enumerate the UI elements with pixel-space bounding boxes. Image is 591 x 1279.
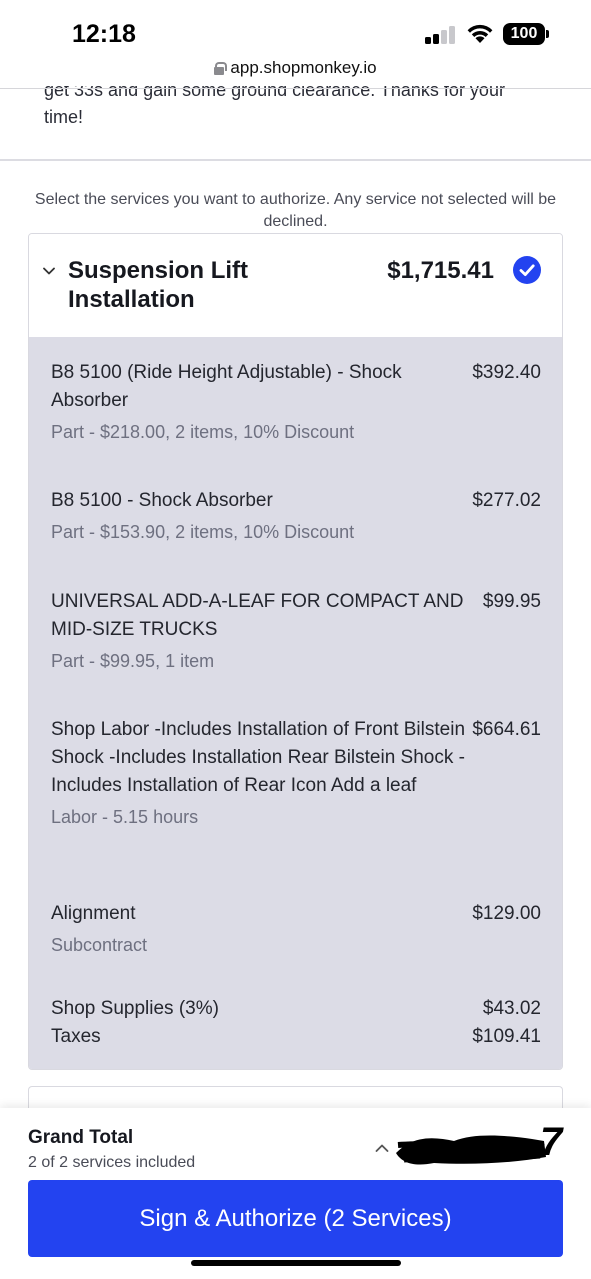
line-item: B8 5100 - Shock Absorber Part - $153.90,… [51, 487, 541, 544]
line-item-detail: Part - $218.00, 2 items, 10% Discount [51, 422, 355, 442]
checkmark-circle-icon[interactable] [513, 256, 541, 284]
message-end-line: time! [44, 107, 84, 127]
service-items: B8 5100 (Ride Height Adjustable) - Shock… [29, 337, 562, 1069]
chevron-up-icon[interactable] [375, 1143, 389, 1153]
shop-supplies-price: $43.02 [482, 998, 541, 1019]
footer-summary: Grand Total 2 of 2 services included 7 S… [0, 1108, 591, 1279]
line-item-price: $129.00 [472, 903, 541, 924]
line-item-description: Shop Labor -Includes Installation of Fro… [51, 719, 466, 796]
line-item: Shop Labor -Includes Installation of Fro… [51, 716, 541, 829]
line-item-description: Alignment [51, 903, 136, 924]
line-item-price: $277.02 [472, 490, 541, 511]
status-time: 12:18 [72, 20, 136, 48]
cellular-signal-icon [425, 26, 457, 44]
sign-authorize-button[interactable]: Sign & Authorize (2 Services) [28, 1180, 563, 1257]
section-divider [0, 159, 591, 161]
chevron-down-icon[interactable] [43, 265, 55, 277]
taxes-label: Taxes [51, 1026, 101, 1047]
line-item-price: $99.95 [482, 591, 541, 612]
service-header[interactable]: Suspension Lift Installation $1,715.41 [29, 234, 562, 337]
line-item: UNIVERSAL ADD-A-LEAF FOR COMPACT AND MID… [51, 588, 541, 673]
line-item: B8 5100 (Ride Height Adjustable) - Shock… [51, 359, 541, 444]
line-item: Alignment Subcontract $129.00 [51, 900, 541, 957]
line-item-description: UNIVERSAL ADD-A-LEAF FOR COMPACT AND MID… [51, 591, 464, 640]
browser-divider [0, 88, 591, 89]
lock-icon [214, 62, 228, 75]
line-item-description: B8 5100 (Ride Height Adjustable) - Shock… [51, 362, 402, 411]
line-item-detail: Subcontract [51, 935, 148, 955]
line-item-detail: Part - $153.90, 2 items, 10% Discount [51, 522, 355, 542]
battery-icon: 100 [503, 23, 545, 45]
line-item-detail: Part - $99.95, 1 item [51, 651, 215, 671]
taxes-row: Taxes $109.41 [51, 1023, 541, 1051]
grand-total-visible-digit: 7 [540, 1120, 563, 1164]
url-bar[interactable]: app.shopmonkey.io [0, 54, 591, 86]
battery-tip [546, 30, 549, 38]
line-item-description: B8 5100 - Shock Absorber [51, 490, 273, 511]
url-text: app.shopmonkey.io [230, 58, 377, 77]
home-indicator [191, 1260, 401, 1266]
line-item-price: $392.40 [472, 362, 541, 383]
services-included-count: 2 of 2 services included [28, 1154, 196, 1171]
grand-total-label: Grand Total [28, 1127, 134, 1148]
service-price: $1,715.41 [387, 257, 494, 284]
line-item-detail: Labor - 5.15 hours [51, 807, 199, 827]
status-bar: 12:18 100 [0, 0, 591, 60]
shop-supplies-row: Shop Supplies (3%) $43.02 [51, 995, 541, 1023]
service-card: Suspension Lift Installation $1,715.41 B… [28, 233, 563, 1070]
taxes-price: $109.41 [472, 1026, 541, 1047]
line-item-price: $664.61 [472, 719, 541, 740]
service-title: Suspension Lift Installation [68, 257, 248, 313]
shop-supplies-label: Shop Supplies (3%) [51, 998, 219, 1019]
authorization-instructions: Select the services you want to authoriz… [34, 191, 557, 230]
wifi-icon [467, 24, 493, 43]
